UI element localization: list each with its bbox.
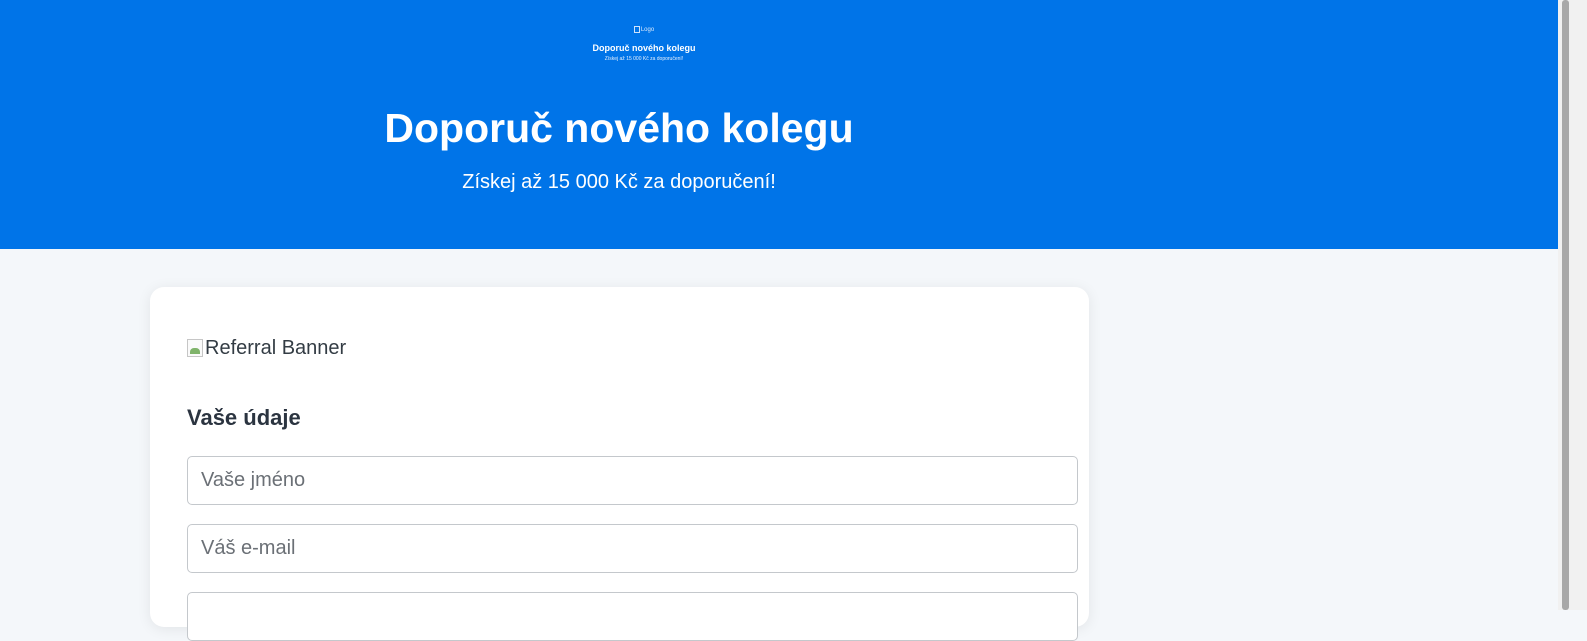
mini-header-subtitle: Získej až 15 000 Kč za doporučení! [604,56,684,62]
scrollbar-thumb[interactable] [1562,0,1569,610]
logo-image: Logo [633,25,655,34]
vertical-scrollbar[interactable] [1558,0,1587,610]
logo-alt-text: Logo [640,27,655,33]
email-input[interactable] [187,524,1078,573]
mini-header-title: Doporuč nového kolegu [592,43,696,53]
referral-banner-image: Referral Banner [187,337,346,359]
broken-image-icon [187,339,203,357]
mini-header-preview: Logo Doporuč nového kolegu Získej až 15 … [560,18,728,63]
name-input[interactable] [187,456,1078,505]
section-title: Vaše údaje [187,405,301,430]
page-subtitle: Získej až 15 000 Kč za doporučení! [462,171,776,193]
broken-image-icon [633,25,640,33]
page-title: Doporuč nového kolegu [384,105,854,151]
third-input[interactable] [187,592,1078,641]
referral-form-card: Referral Banner Vaše údaje [150,287,1089,641]
hero-section: Logo Doporuč nového kolegu Získej až 15 … [0,0,1558,249]
banner-alt-text: Referral Banner [205,337,347,359]
